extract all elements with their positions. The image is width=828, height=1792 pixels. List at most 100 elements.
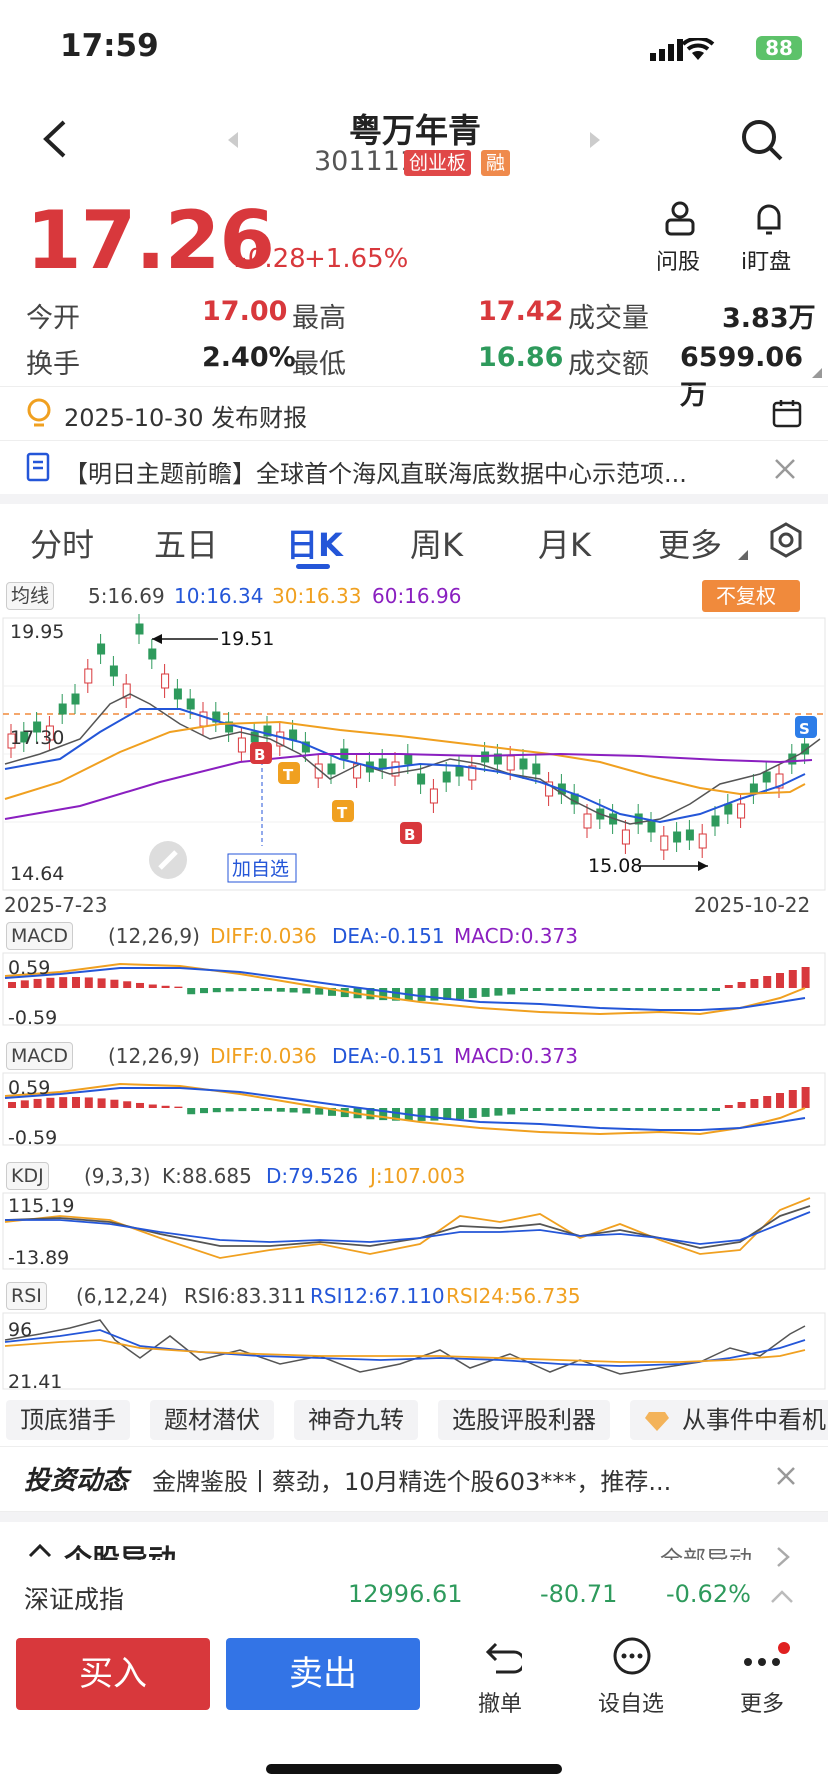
chip-theme-ambush[interactable]: 题材潜伏 — [150, 1400, 274, 1440]
more-label[interactable]: 更多 — [740, 1686, 784, 1718]
invest-close-icon[interactable] — [776, 1466, 796, 1486]
calendar-icon[interactable] — [772, 398, 802, 428]
stock-moves-header[interactable]: 个股异动 全部异动 — [0, 1532, 828, 1560]
more-caret-icon[interactable] — [738, 550, 748, 560]
rsi-selector[interactable]: RSI — [6, 1282, 47, 1310]
close-icon[interactable] — [774, 458, 796, 480]
macd2-selector[interactable]: MACD — [6, 1042, 73, 1070]
t-mark-2: T — [337, 804, 348, 822]
ask-stock-icon[interactable] — [664, 200, 696, 238]
report-date-notice[interactable]: 2025-10-30 发布财报 — [64, 398, 307, 433]
macd2-chart[interactable]: 0.59 -0.59 — [0, 1072, 828, 1148]
invest-dynamics-label: 投资动态 — [24, 1466, 129, 1496]
search-icon[interactable] — [740, 118, 784, 162]
buy-button[interactable]: 买入 — [16, 1638, 210, 1710]
tab-five-day[interactable]: 五日 — [154, 520, 218, 566]
invest-headline[interactable]: 金牌鉴股丨蔡劲，10月精选个股603***，推荐... — [152, 1462, 671, 1497]
expand-corner-icon[interactable] — [812, 368, 822, 378]
status-bar: 17:59 88 — [0, 28, 828, 72]
macd2-value: MACD:0.373 — [454, 1044, 578, 1068]
cancel-order-label[interactable]: 撤单 — [478, 1686, 522, 1718]
macd-bottom-label: -0.59 — [8, 1007, 57, 1028]
macd2-diff: DIFF:0.036 — [210, 1044, 317, 1068]
kdj-selector[interactable]: KDJ — [6, 1162, 49, 1190]
macd-bar — [84, 1097, 93, 1108]
macd-bar — [520, 988, 528, 991]
macd-bar — [776, 1093, 784, 1108]
macd-selector[interactable]: MACD — [6, 922, 73, 950]
low-marker: 15.08 — [588, 855, 642, 877]
macd-bar — [212, 1108, 221, 1113]
high-marker: 19.51 — [220, 628, 274, 650]
macd-bar — [161, 1105, 170, 1108]
stock-code: 301111 — [314, 146, 418, 177]
macd-bar — [238, 1108, 247, 1112]
macd-bar — [59, 1097, 68, 1108]
macd-bar — [520, 1108, 528, 1111]
more-icon[interactable] — [740, 1640, 790, 1676]
ma-selector[interactable]: 均线 — [6, 582, 55, 610]
macd-bar — [481, 1108, 490, 1117]
adjust-selector[interactable]: 不复权 — [702, 580, 800, 612]
tab-more[interactable]: 更多 — [658, 520, 722, 566]
macd-bar — [712, 988, 720, 991]
macd-bar — [161, 985, 170, 988]
macd-chart[interactable]: 0.59 -0.59 — [0, 952, 828, 1028]
tab-daily-k[interactable]: 日K — [286, 520, 343, 566]
macd-bar — [276, 1108, 285, 1112]
index-expand-icon[interactable] — [770, 1588, 794, 1604]
stock-moves-title: 个股异动 — [64, 1543, 177, 1560]
next-stock-icon[interactable] — [588, 130, 602, 150]
candle-body — [417, 773, 426, 785]
prev-stock-icon[interactable] — [226, 130, 240, 150]
macd-bar — [148, 984, 157, 988]
bell-icon[interactable] — [754, 200, 784, 238]
add-watchlist-icon[interactable] — [612, 1636, 652, 1676]
candle-body — [762, 771, 771, 783]
undo-icon[interactable] — [482, 1638, 522, 1678]
candle-body — [327, 763, 336, 775]
turnover-value: 2.40% — [202, 342, 296, 373]
macd-bar — [750, 979, 759, 988]
end-date: 2025-10-22 — [694, 893, 810, 914]
candle-body — [199, 711, 208, 727]
macd-bar — [584, 988, 592, 991]
kline-chart[interactable]: 19.95 17.30 14.64 19.51 15.08 加自选 B T T … — [0, 614, 828, 914]
ma60-value: 60:16.96 — [372, 584, 462, 608]
back-icon[interactable] — [40, 118, 70, 160]
news-headline[interactable]: 【明日主题前瞻】全球首个海风直联海底数据中心示范项... — [64, 454, 687, 489]
macd-bar — [801, 1087, 810, 1108]
volume-value: 3.83万 — [722, 303, 816, 334]
chip-stock-picker[interactable]: 选股评股利器 — [438, 1400, 610, 1440]
rsi6: RSI6:83.311 — [184, 1284, 306, 1308]
macd-bar — [648, 988, 656, 991]
collapse-chevron-icon[interactable] — [28, 1542, 52, 1558]
candle-body — [506, 755, 515, 771]
candle-body — [621, 829, 630, 845]
settings-icon[interactable] — [768, 522, 804, 558]
add-watchlist-label[interactable]: 设自选 — [598, 1686, 664, 1718]
tab-monthly-k[interactable]: 月K — [538, 520, 591, 566]
stock-name: 粤万年青 — [349, 111, 481, 150]
tab-intraday[interactable]: 分时 — [30, 520, 94, 566]
chip-magic-nine[interactable]: 神奇九转 — [294, 1400, 418, 1440]
sell-button[interactable]: 卖出 — [226, 1638, 420, 1710]
kdj-k: K:88.685 — [162, 1164, 252, 1188]
clock: 17:59 — [60, 28, 159, 64]
chip-bottom-hunter[interactable]: 顶底猎手 — [6, 1400, 130, 1440]
kdj-chart[interactable]: 115.19 -13.89 — [0, 1192, 828, 1272]
macd-bar — [225, 1108, 234, 1112]
rsi-top-label: 96 — [8, 1319, 32, 1341]
tab-weekly-k[interactable]: 周K — [410, 520, 463, 566]
chevron-right-icon[interactable] — [776, 1546, 790, 1568]
candle-body — [647, 821, 656, 833]
macd-bar — [148, 1104, 157, 1108]
ask-stock-label[interactable]: 问股 — [656, 244, 700, 276]
rsi-chart[interactable]: 96 21.41 — [0, 1312, 828, 1392]
add-watch-marker[interactable]: 加自选 — [232, 858, 289, 880]
document-icon — [26, 452, 50, 482]
all-moves-link[interactable]: 全部异动 — [660, 1540, 752, 1560]
watch-label[interactable]: i盯盘 — [741, 244, 791, 276]
macd-bar — [660, 988, 669, 991]
board-badge: 创业板 — [404, 150, 472, 176]
